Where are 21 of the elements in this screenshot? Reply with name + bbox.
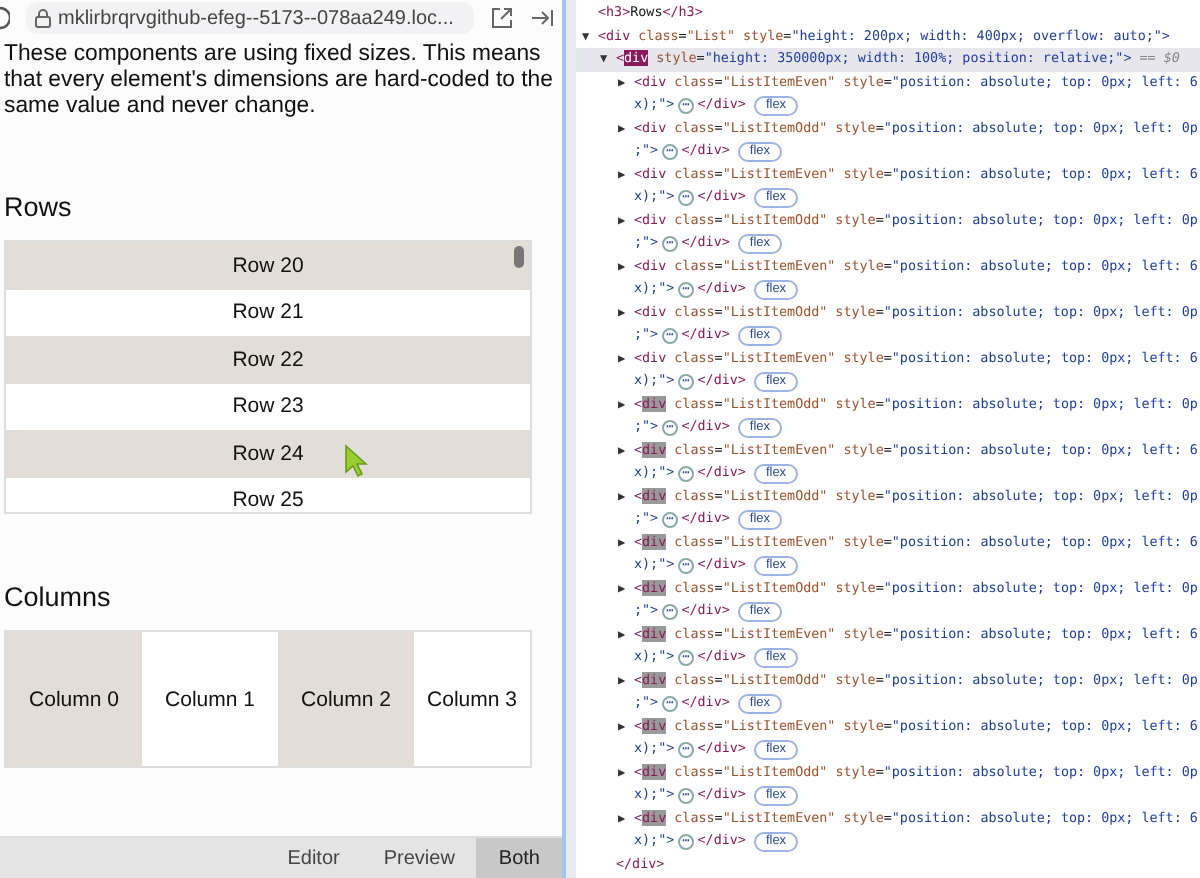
collapse-panel-icon[interactable] xyxy=(530,8,554,28)
reload-icon[interactable] xyxy=(0,6,10,30)
lock-icon xyxy=(34,8,52,28)
view-tab[interactable]: Editor xyxy=(265,838,362,878)
list-row: Row 20 xyxy=(6,242,530,289)
open-external-icon[interactable] xyxy=(490,6,514,30)
list-column: Column 0 xyxy=(6,632,142,766)
list-row: Row 22 xyxy=(6,336,530,383)
scrollbar-thumb[interactable] xyxy=(514,246,524,268)
url-text: mklirbrqrvgithub-efeg--5173--078aa249.loc... xyxy=(58,7,454,29)
cursor-icon xyxy=(344,444,368,478)
view-tab[interactable]: Preview xyxy=(361,838,477,878)
section-heading: Rows xyxy=(4,192,74,222)
description-text: These components are using fixed sizes. This means that every element's dimensions are hard-coded to the same value and never change. xyxy=(4,42,555,120)
view-tab[interactable]: Both xyxy=(476,838,562,878)
list-row: Row 24 xyxy=(6,430,530,477)
list-column: Column 2 xyxy=(278,632,414,766)
section-heading: Columns xyxy=(4,582,113,612)
url-field[interactable]: mklirbrqrvgithub-efeg--5173--078aa249.loc... xyxy=(26,2,474,34)
panel-resize-handle[interactable] xyxy=(562,0,576,878)
list-row: Row 25 xyxy=(6,477,530,512)
